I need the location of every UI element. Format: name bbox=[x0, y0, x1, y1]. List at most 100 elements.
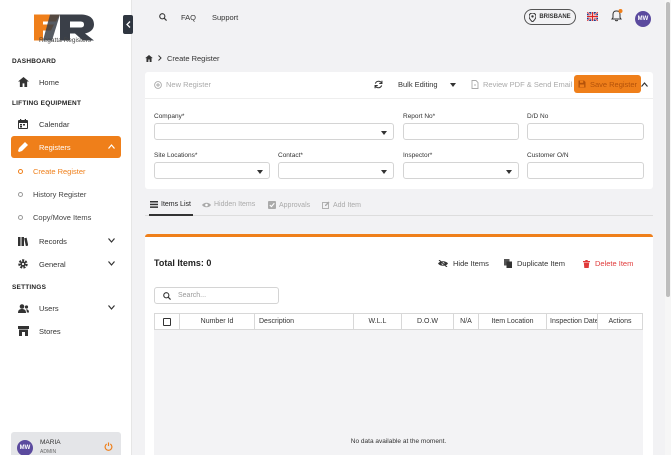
sidebar-item-home[interactable]: Home bbox=[11, 71, 121, 93]
review-pdf-label: Review PDF & Send Email bbox=[483, 80, 573, 89]
inspector-select[interactable] bbox=[403, 162, 519, 179]
contact-label: Contact* bbox=[278, 152, 303, 159]
bulk-editing-label: Bulk Editing bbox=[398, 80, 438, 89]
sidebar-item-label: Records bbox=[39, 236, 67, 246]
sidebar-item-general[interactable]: General bbox=[11, 253, 121, 275]
sidebar-item-stores[interactable]: Stores bbox=[11, 320, 121, 342]
location-selector[interactable]: BRISBANE bbox=[524, 9, 576, 25]
save-register-button[interactable]: Save Register bbox=[574, 75, 641, 93]
breadcrumb-current: Create Register bbox=[167, 54, 220, 63]
uk-flag-icon[interactable] bbox=[587, 12, 598, 21]
sidebar-item-users[interactable]: Users bbox=[11, 297, 121, 319]
column-header-dow[interactable]: D.O.W bbox=[402, 314, 454, 329]
sidebar-subitem-label: Create Register bbox=[33, 166, 86, 176]
circle-icon bbox=[18, 191, 23, 197]
tab-approvals[interactable]: Approvals bbox=[268, 201, 310, 209]
user-card[interactable]: MW MARIA ADMIN bbox=[11, 432, 121, 455]
items-search-input[interactable]: Search... bbox=[154, 287, 279, 304]
refresh-icon[interactable] bbox=[374, 80, 383, 89]
sidebar-collapse-button[interactable] bbox=[123, 15, 133, 34]
section-lifting-equipment: LIFTING EQUIPMENT bbox=[12, 100, 82, 107]
copy-icon bbox=[504, 259, 512, 268]
dd-no-input[interactable] bbox=[527, 123, 644, 140]
pen-icon bbox=[17, 141, 29, 153]
circle-icon bbox=[18, 214, 23, 220]
column-header-actions: Actions bbox=[608, 318, 632, 325]
sidebar-subitem-copy-move-items[interactable]: Copy/Move Items bbox=[18, 209, 91, 225]
file-send-icon bbox=[471, 80, 479, 89]
tab-label: Add Item bbox=[333, 201, 362, 209]
hide-items-button[interactable]: Hide Items bbox=[438, 259, 489, 268]
review-pdf-button[interactable]: Review PDF & Send Email bbox=[471, 80, 572, 89]
items-table-header: Number Id Description W.L.L D.O.W N/A It… bbox=[154, 313, 643, 330]
home-icon[interactable] bbox=[145, 55, 153, 62]
select-all-checkbox[interactable] bbox=[163, 317, 171, 326]
delete-item-label: Delete Item bbox=[595, 259, 634, 268]
tab-items-list[interactable]: Items List bbox=[150, 201, 191, 208]
report-no-label: Report No* bbox=[403, 113, 436, 120]
section-dashboard: DASHBOARD bbox=[12, 58, 57, 65]
delete-item-button[interactable]: Delete Item bbox=[583, 259, 633, 268]
column-header-wll[interactable]: W.L.L bbox=[354, 314, 402, 329]
duplicate-item-label: Duplicate Item bbox=[517, 259, 565, 268]
report-no-input[interactable] bbox=[403, 123, 519, 140]
location-label: BRISBANE bbox=[539, 14, 571, 20]
bulk-editing-dropdown[interactable]: Bulk Editing bbox=[398, 80, 460, 89]
caret-down-icon bbox=[381, 170, 387, 174]
save-icon bbox=[578, 80, 586, 88]
users-icon bbox=[17, 302, 29, 314]
register-tabs: Items List Hidden Items Approvals Add It… bbox=[145, 196, 653, 216]
site-locations-select[interactable] bbox=[154, 162, 270, 179]
sidebar-subitem-label: Copy/Move Items bbox=[33, 212, 92, 222]
avatar: MW bbox=[17, 440, 33, 455]
chevron-down-icon bbox=[108, 236, 115, 245]
breadcrumb-separator-icon bbox=[158, 54, 162, 63]
power-icon[interactable] bbox=[104, 442, 113, 451]
sidebar-item-label: Calendar bbox=[39, 119, 70, 129]
column-header-number-id[interactable]: Number Id bbox=[180, 314, 255, 329]
empty-state-message: No data available at the moment. bbox=[350, 438, 447, 445]
tab-label: Items List bbox=[161, 201, 191, 208]
topbar-avatar[interactable]: MW bbox=[635, 11, 651, 27]
caret-down-icon bbox=[257, 170, 263, 174]
store-icon bbox=[17, 325, 29, 337]
calendar-icon bbox=[17, 118, 29, 130]
contact-select[interactable] bbox=[278, 162, 394, 179]
chevron-up-icon[interactable] bbox=[641, 82, 648, 87]
home-icon bbox=[17, 76, 29, 88]
new-register-button[interactable]: New Register bbox=[154, 80, 211, 89]
sidebar-item-registers[interactable]: Registers bbox=[11, 136, 121, 158]
company-select[interactable] bbox=[154, 123, 394, 140]
items-table-body: No data available at the moment. bbox=[154, 330, 643, 455]
search-placeholder: Search... bbox=[178, 292, 207, 299]
bell-icon[interactable] bbox=[611, 9, 623, 22]
duplicate-item-button[interactable]: Duplicate Item bbox=[504, 259, 565, 268]
column-header-description[interactable]: Description bbox=[255, 314, 354, 329]
support-link[interactable]: Support bbox=[212, 13, 238, 22]
user-name: MARIA bbox=[40, 439, 61, 446]
customer-on-input[interactable] bbox=[527, 162, 644, 179]
sidebar-subitem-history-register[interactable]: History Register bbox=[18, 186, 86, 202]
select-all-cell bbox=[155, 314, 180, 329]
sidebar-subitem-create-register[interactable]: Create Register bbox=[18, 163, 86, 179]
tab-hidden-items[interactable]: Hidden Items bbox=[202, 201, 255, 208]
sidebar-item-calendar[interactable]: Calendar bbox=[11, 113, 121, 135]
site-locations-label: Site Locations* bbox=[154, 152, 198, 159]
page-scrollbar[interactable] bbox=[665, 0, 671, 455]
sidebar-item-records[interactable]: Records bbox=[11, 230, 121, 252]
column-header-item-location[interactable]: Item Location bbox=[479, 314, 547, 329]
tab-label: Hidden Items bbox=[214, 201, 256, 208]
column-header-inspection-date[interactable]: Inspection Date bbox=[547, 314, 598, 329]
column-header-na[interactable]: N/A bbox=[454, 314, 479, 329]
scrollbar-thumb[interactable] bbox=[666, 2, 670, 297]
chevron-down-icon bbox=[108, 259, 115, 268]
chevron-down-icon bbox=[108, 303, 115, 312]
inspector-label: Inspector* bbox=[403, 152, 433, 159]
search-icon bbox=[163, 291, 171, 300]
logo-text: Regatta Registers bbox=[38, 37, 92, 44]
tab-add-item[interactable]: Add Item bbox=[322, 201, 361, 209]
faq-link[interactable]: FAQ bbox=[181, 13, 196, 22]
search-icon[interactable] bbox=[159, 13, 167, 21]
eye-slash-icon bbox=[438, 260, 448, 267]
register-form-card: New Register Bulk Editing Review PDF & S… bbox=[145, 72, 653, 189]
